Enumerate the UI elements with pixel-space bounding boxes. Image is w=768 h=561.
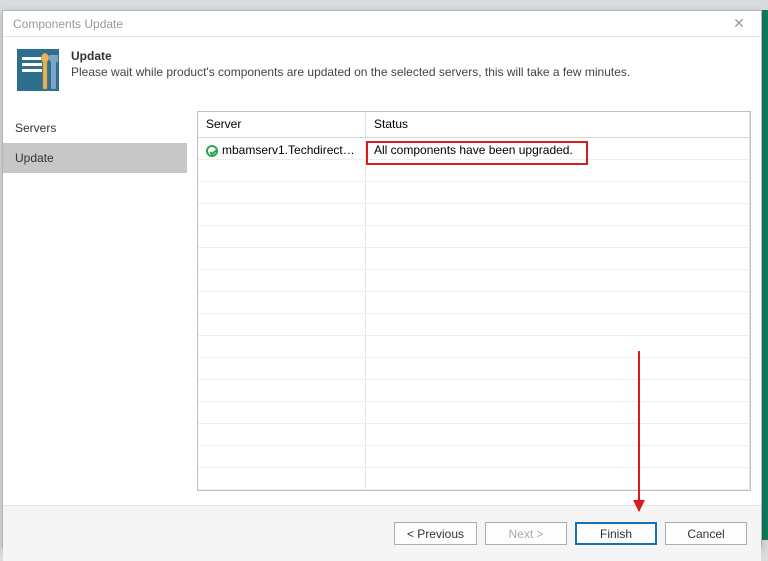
table-row-empty [198,468,750,490]
table-row-empty [198,424,750,446]
table-row-empty [198,380,750,402]
window-title: Components Update [13,17,123,31]
cancel-button[interactable]: Cancel [665,522,747,545]
finish-button[interactable]: Finish [575,522,657,545]
table-row-empty [198,402,750,424]
table-row-empty [198,336,750,358]
table-row-empty [198,270,750,292]
cell-server: mbamserv1.Techdirecta... [198,138,366,159]
previous-button[interactable]: < Previous [394,522,477,545]
content-pane: Server Status mbamserv1.Techdirecta...Al… [187,105,761,505]
sidebar: Servers Update [3,105,187,505]
close-icon[interactable]: ✕ [725,15,753,32]
grid-body: mbamserv1.Techdirecta...All components h… [198,138,750,490]
dialog-header: Update Please wait while product's compo… [3,37,761,105]
header-subtitle: Please wait while product's components a… [71,65,630,79]
table-row-empty [198,446,750,468]
table-row-empty [198,160,750,182]
table-row-empty [198,226,750,248]
dialog-footer: < Previous Next > Finish Cancel [3,505,761,561]
update-icon [17,49,59,91]
cell-status: All components have been upgraded. [366,138,750,159]
column-header-server[interactable]: Server [198,112,366,137]
header-title: Update [71,49,630,63]
grid-header: Server Status [198,112,750,138]
table-row-empty [198,314,750,336]
table-row-empty [198,248,750,270]
sidebar-item-update[interactable]: Update [3,143,187,173]
table-row-empty [198,204,750,226]
titlebar: Components Update ✕ [3,11,761,37]
table-row[interactable]: mbamserv1.Techdirecta...All components h… [198,138,750,160]
table-row-empty [198,292,750,314]
dialog-body: Servers Update Server Status mbamserv1.T… [3,105,761,505]
next-button: Next > [485,522,567,545]
column-header-status[interactable]: Status [366,112,750,137]
table-row-empty [198,182,750,204]
sidebar-item-servers[interactable]: Servers [3,113,187,143]
update-grid: Server Status mbamserv1.Techdirecta...Al… [197,111,751,491]
table-row-empty [198,358,750,380]
dialog-components-update: Components Update ✕ Update Please wait w… [2,10,762,548]
success-icon [206,145,218,157]
